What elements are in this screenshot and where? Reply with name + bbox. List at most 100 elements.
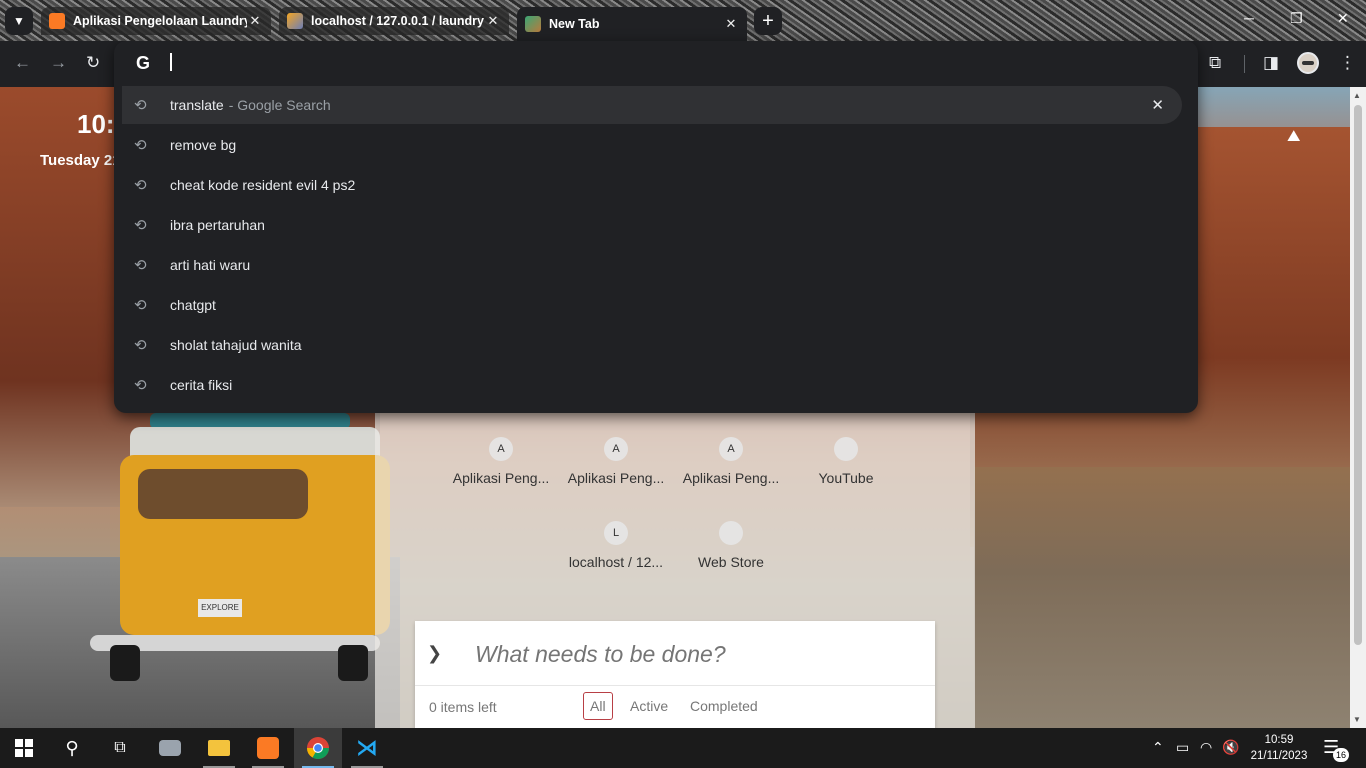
address-bar-input[interactable] [174, 49, 1074, 77]
history-icon: ⟲ [134, 217, 147, 234]
suggestion-text: translate [170, 97, 224, 113]
side-panel-icon[interactable]: ◨ [1263, 53, 1279, 73]
shortcut-favicon: L [604, 521, 628, 545]
close-tab-icon[interactable]: ✕ [485, 13, 501, 29]
new-todo-input[interactable] [475, 641, 915, 668]
tab-title: localhost / 127.0.0.1 / laundry / [311, 14, 485, 28]
scroll-down-icon[interactable]: ▼ [1353, 715, 1361, 724]
toolbar-separator [1244, 55, 1245, 73]
suggestion-item[interactable]: ⟲ sholat tahajud wanita [122, 326, 1182, 364]
close-window-icon[interactable]: ✕ [1337, 10, 1349, 27]
taskbar: ⚲ ⧉ ⋊ ⌃ ▭ ◠ 🔇 10:59 21/11/2023 ☰ 16 [0, 728, 1366, 768]
start-button[interactable] [0, 728, 48, 768]
shortcut-tile[interactable]: A Aplikasi Peng... [561, 437, 671, 486]
camera-icon [159, 740, 181, 756]
windows-icon [15, 739, 33, 757]
forward-icon[interactable]: → [50, 53, 67, 73]
shortcut-tile[interactable]: A Aplikasi Peng... [676, 437, 786, 486]
profile-avatar[interactable] [1297, 52, 1319, 74]
tab-laundry-app[interactable]: Aplikasi Pengelolaan Laundry ✕ [41, 7, 271, 35]
tab-title: Aplikasi Pengelolaan Laundry [73, 14, 247, 28]
close-tab-icon[interactable]: ✕ [247, 13, 263, 29]
xampp-icon [49, 13, 65, 29]
suggestion-text: remove bg [170, 137, 237, 153]
close-tab-icon[interactable]: ✕ [723, 16, 739, 32]
background-vw-bus: EXPLORE [90, 413, 410, 682]
extensions-icon[interactable]: ⧉ [1209, 53, 1221, 73]
volume-muted-icon[interactable]: 🔇 [1222, 739, 1239, 756]
omnibox-dropdown: G ⟲ translate - Google Search ✕ ⟲ remove… [114, 41, 1198, 413]
system-clock[interactable]: 10:59 21/11/2023 [1248, 732, 1310, 764]
suggestion-text: sholat tahajud wanita [170, 337, 302, 353]
suggestion-item[interactable]: ⟲ chatgpt [122, 286, 1182, 324]
phpmyadmin-icon [287, 13, 303, 29]
history-icon: ⟲ [134, 377, 147, 394]
shortcut-label: Aplikasi Peng... [452, 470, 550, 486]
back-icon[interactable]: ← [14, 53, 31, 73]
suggestion-text: chatgpt [170, 297, 216, 313]
history-icon: ⟲ [134, 137, 147, 154]
filter-active[interactable]: Active [623, 692, 675, 720]
task-view-icon: ⧉ [114, 739, 126, 756]
history-icon: ⟲ [134, 177, 147, 194]
suggestion-item[interactable]: ⟲ cerita fiksi [122, 366, 1182, 404]
shortcut-label: Aplikasi Peng... [567, 470, 665, 486]
suggestion-item[interactable]: ⟲ cheat kode resident evil 4 ps2 [122, 166, 1182, 204]
shortcut-favicon [834, 437, 858, 461]
suggestion-text: ibra pertaruhan [170, 217, 265, 233]
scroll-up-icon[interactable]: ▲ [1353, 91, 1361, 100]
filter-all[interactable]: All [583, 692, 613, 720]
tab-new-tab[interactable]: New Tab ✕ [517, 7, 747, 41]
xampp-app[interactable] [244, 728, 292, 768]
remove-suggestion-icon[interactable]: ✕ [1151, 96, 1164, 114]
minimize-icon[interactable]: ─ [1244, 10, 1254, 26]
taskbar-search-button[interactable]: ⚲ [48, 728, 96, 768]
suggestion-item[interactable]: ⟲ ibra pertaruhan [122, 206, 1182, 244]
shortcut-tile[interactable]: L localhost / 12... [561, 521, 671, 570]
shortcut-tile[interactable]: Web Store [676, 521, 786, 570]
shortcut-label: YouTube [818, 470, 874, 486]
tab-search-button[interactable]: ▼ [5, 7, 33, 35]
chevron-up-icon[interactable]: ⌃ [1152, 739, 1164, 756]
shortcut-favicon [719, 521, 743, 545]
chrome-app[interactable] [294, 728, 342, 768]
battery-icon[interactable]: ▭ [1176, 739, 1189, 756]
restore-icon[interactable]: ❐ [1290, 10, 1303, 27]
avatar-image [1302, 61, 1314, 65]
camera-app[interactable] [146, 728, 194, 768]
suggestion-item[interactable]: ⟲ translate - Google Search ✕ [122, 86, 1182, 124]
tab-strip: ▼ Aplikasi Pengelolaan Laundry ✕ localho… [0, 0, 1366, 41]
shortcut-label: localhost / 12... [568, 554, 664, 570]
shortcut-favicon: A [489, 437, 513, 461]
toggle-all-icon[interactable]: ❯ [427, 643, 442, 664]
tab-phpmyadmin[interactable]: localhost / 127.0.0.1 / laundry / ✕ [279, 7, 509, 35]
menu-icon[interactable]: ⋮ [1339, 53, 1356, 73]
new-tab-icon [525, 16, 541, 32]
chrome-icon [307, 737, 329, 759]
shortcut-tile[interactable]: YouTube [791, 437, 901, 486]
shortcut-tile[interactable]: A Aplikasi Peng... [446, 437, 556, 486]
vscode-icon: ⋊ [356, 735, 378, 760]
date-widget: Tuesday 21 [40, 152, 121, 169]
shortcut-favicon: A [604, 437, 628, 461]
shortcut-label: Web Store [698, 554, 764, 570]
shortcut-favicon: A [719, 437, 743, 461]
suggestion-item[interactable]: ⟲ remove bg [122, 126, 1182, 164]
items-left-count: 0 items left [429, 699, 497, 715]
vscode-app[interactable]: ⋊ [343, 728, 391, 768]
suggestion-text: arti hati waru [170, 257, 251, 273]
mountain-icon[interactable]: ⛰ [1287, 128, 1300, 146]
history-icon: ⟲ [134, 257, 147, 274]
scrollbar-thumb[interactable] [1354, 105, 1362, 645]
xampp-icon [257, 737, 279, 759]
wifi-icon[interactable]: ◠ [1200, 739, 1212, 756]
new-tab-button[interactable]: + [754, 7, 782, 35]
background-desert [974, 467, 1350, 728]
reload-icon[interactable]: ↻ [86, 53, 100, 73]
file-explorer-app[interactable] [195, 728, 243, 768]
filter-completed[interactable]: Completed [683, 692, 765, 720]
task-view-button[interactable]: ⧉ [96, 728, 144, 768]
todo-footer: 0 items left All Active Completed [415, 685, 935, 728]
suggestion-item[interactable]: ⟲ arti hati waru [122, 246, 1182, 284]
page-scrollbar[interactable]: ▲ ▼ [1350, 87, 1366, 728]
